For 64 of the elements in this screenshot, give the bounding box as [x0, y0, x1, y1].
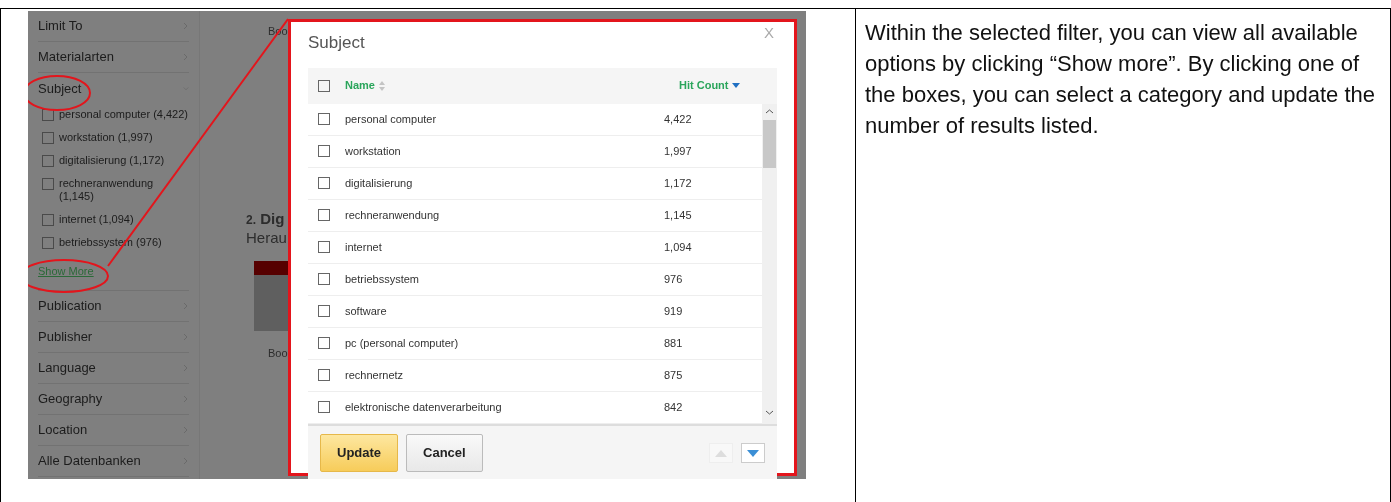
column-header[interactable]: Hit Count [679, 77, 729, 94]
subject-name: pc (personal computer) [344, 335, 460, 351]
instruction-paragraph: Within the selected filter, you can view all available options by clicking “Show more”. By clicking one of the boxes, you can select a category and update the number of results listed. [865, 19, 1377, 140]
facet-checkbox[interactable] [42, 214, 54, 226]
row-checkbox[interactable] [318, 305, 330, 317]
row-checkbox[interactable] [318, 145, 330, 157]
row-checkbox[interactable] [318, 177, 330, 189]
facet-header[interactable]: Alle Datenbanken [38, 445, 189, 477]
hit-count: 1,172 [664, 175, 693, 191]
subject-name: personal computer [344, 111, 438, 127]
facet-header[interactable]: Subject [38, 73, 189, 104]
subject-name: digitalisierung [344, 175, 414, 191]
facet-option[interactable]: digitalisierung (1,172) [59, 154, 165, 167]
result-type-label: Boo [268, 345, 288, 361]
subject-name: workstation [344, 143, 402, 159]
facet-option[interactable]: internet (1,094) [59, 213, 134, 226]
hit-count: 881 [664, 335, 684, 351]
scrollbar[interactable] [762, 103, 777, 424]
hit-count: 919 [664, 303, 684, 319]
dialog-title: Subject [308, 32, 365, 54]
hit-count: 842 [664, 399, 684, 415]
hit-count: 875 [664, 367, 684, 383]
column-header[interactable]: Name [345, 77, 375, 94]
row-checkbox[interactable] [318, 401, 330, 413]
update-button[interactable]: Update [320, 434, 399, 472]
facet-header[interactable]: Materialarten [38, 42, 189, 73]
row-checkbox[interactable] [318, 113, 330, 125]
select-all-checkbox[interactable] [318, 79, 330, 92]
row-checkbox[interactable] [318, 337, 330, 349]
hit-count: 1,094 [664, 239, 693, 255]
facet-option[interactable]: personal computer (4,422) [59, 108, 188, 121]
facet-option[interactable]: rechneranwendung (1,145) [59, 177, 189, 203]
facet-checkbox[interactable] [42, 109, 54, 121]
subject-name: rechnernetz [344, 367, 405, 383]
facet-checkbox[interactable] [42, 178, 54, 190]
close-button[interactable]: X [764, 22, 774, 45]
row-checkbox[interactable] [318, 273, 330, 285]
row-checkbox[interactable] [318, 369, 330, 381]
facet-header[interactable]: Geography [38, 383, 189, 415]
row-checkbox[interactable] [318, 241, 330, 253]
row-checkbox[interactable] [318, 209, 330, 221]
hit-count: 1,145 [664, 207, 693, 223]
facet-checkbox[interactable] [42, 155, 54, 167]
subject-name: software [344, 303, 388, 319]
hit-count: 1,997 [664, 143, 693, 159]
facet-checkbox[interactable] [42, 237, 54, 249]
triangle-down-icon [747, 449, 759, 457]
subject-name: elektronische datenverarbeitung [344, 399, 503, 415]
facet-checkbox[interactable] [42, 132, 54, 144]
hit-count: 976 [664, 271, 684, 287]
scroll-down-button[interactable] [741, 443, 765, 463]
result-number: 2. [246, 212, 256, 227]
facet-header[interactable]: Publication [38, 290, 189, 322]
subject-name: rechneranwendung [344, 207, 441, 223]
facet-header[interactable]: Language [38, 352, 189, 384]
subject-name: internet [344, 239, 383, 255]
facet-option[interactable]: workstation (1,997) [59, 131, 153, 144]
facet-header[interactable]: Location [38, 414, 189, 446]
hit-count: 4,422 [664, 111, 693, 127]
subject-name: betriebssystem [344, 271, 420, 287]
triangle-up-icon [715, 449, 727, 457]
facet-header[interactable]: Publisher [38, 321, 189, 353]
facet-header[interactable]: Limit To [38, 11, 189, 42]
cancel-button[interactable]: Cancel [406, 434, 483, 472]
